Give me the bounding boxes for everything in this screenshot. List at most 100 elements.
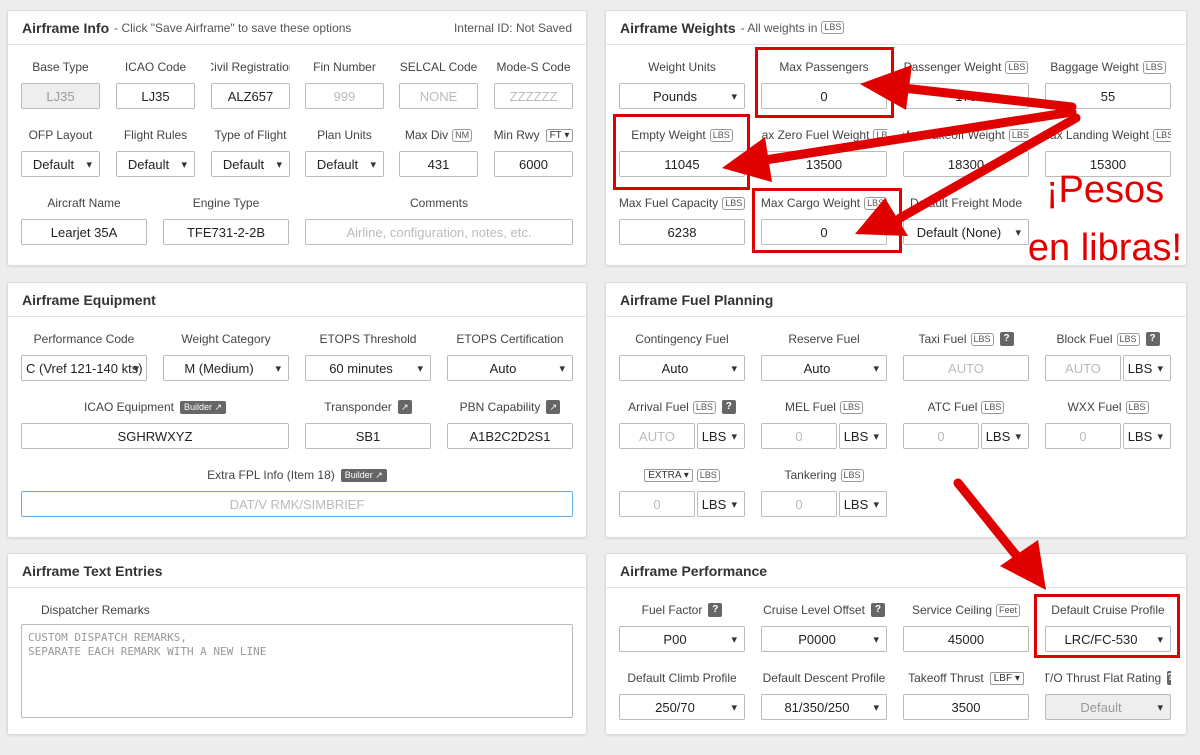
max-cargo-weight-input[interactable]: 0 [761, 219, 887, 245]
contingency-fuel-label: Contingency Fuel [635, 332, 729, 346]
transponder-input[interactable]: SB1 [305, 423, 431, 449]
block-fuel-unit-select[interactable]: LBS [1123, 355, 1171, 381]
max-cargo-weight-unit: LBS [864, 196, 887, 210]
external-link-icon[interactable]: ↗ [397, 400, 412, 414]
min-rwy-label: Min Rwy [494, 128, 540, 142]
takeoff-thrust-unit-select[interactable]: LBF ▾ [989, 671, 1024, 685]
fuel-factor-select[interactable]: P00 [619, 626, 745, 652]
etops-certification-select[interactable]: Auto [447, 355, 573, 381]
block-fuel-unit: LBS [1116, 332, 1140, 346]
aircraft-name-input[interactable]: Learjet 35A [21, 219, 147, 245]
selcal-input[interactable]: NONE [399, 83, 478, 109]
mzfw-unit: LBS [873, 128, 887, 142]
engine-type-input[interactable]: TFE731-2-2B [163, 219, 289, 245]
arrival-fuel-input[interactable]: AUTO [619, 423, 695, 449]
default-descent-profile-label: Default Descent Profile [762, 671, 886, 685]
max-cargo-weight-label: Max Cargo Weight [761, 196, 861, 210]
passenger-weight-input[interactable]: 175 [903, 83, 1029, 109]
help-icon[interactable]: ? [721, 400, 736, 414]
weight-units-select[interactable]: Pounds [619, 83, 745, 109]
block-fuel-field: Block Fuel LBS? AUTO LBS [1045, 331, 1171, 391]
max-fuel-capacity-input[interactable]: 6238 [619, 219, 745, 245]
min-rwy-input[interactable]: 6000 [494, 151, 573, 177]
help-icon[interactable]: ? [999, 332, 1014, 346]
max-passengers-field: Max Passengers 0 [761, 59, 887, 119]
help-icon[interactable]: ? [708, 603, 723, 617]
type-of-flight-label: Type of Flight [214, 128, 287, 142]
fin-number-input[interactable]: 999 [305, 83, 384, 109]
type-of-flight-select[interactable]: Default [211, 151, 290, 177]
empty-weight-input[interactable]: 11045 [619, 151, 745, 177]
extra-fuel-input[interactable]: 0 [619, 491, 695, 517]
etops-threshold-select[interactable]: 60 minutes [305, 355, 431, 381]
baggage-weight-input[interactable]: 55 [1045, 83, 1171, 109]
extra-fuel-type-select[interactable]: EXTRA ▾ [644, 468, 693, 482]
ofp-layout-select[interactable]: Default [21, 151, 100, 177]
airframe-info-title: Airframe Info [22, 19, 110, 36]
selcal-label: SELCAL Code [399, 60, 478, 74]
mode-s-input[interactable]: ZZZZZZ [494, 83, 573, 109]
help-icon[interactable]: ? [870, 603, 885, 617]
icao-equipment-input[interactable]: SGHRWXYZ [21, 423, 289, 449]
pbn-capability-input[interactable]: A1B2C2D2S1 [447, 423, 573, 449]
max-passengers-input[interactable]: 0 [761, 83, 887, 109]
tankering-input[interactable]: 0 [761, 491, 837, 517]
performance-code-select[interactable]: C (Vref 121-140 kts) [21, 355, 147, 381]
icao-equipment-builder-button[interactable]: Builder ↗ [179, 400, 227, 414]
default-cruise-profile-select[interactable]: LRC/FC-530 [1045, 626, 1171, 652]
base-type-input[interactable]: LJ35 [21, 83, 100, 109]
mlw-label: Max Landing Weight [1045, 128, 1150, 142]
cruise-level-offset-select[interactable]: P0000 [761, 626, 887, 652]
default-climb-profile-select[interactable]: 250/70 [619, 694, 745, 720]
max-fuel-capacity-label: Max Fuel Capacity [619, 196, 719, 210]
mzfw-input[interactable]: 13500 [761, 151, 887, 177]
icao-code-input[interactable]: LJ35 [116, 83, 195, 109]
arrival-fuel-label: Arrival Fuel [628, 400, 689, 414]
external-link-icon[interactable]: ↗ [546, 400, 561, 414]
block-fuel-input[interactable]: AUTO [1045, 355, 1121, 381]
takeoff-thrust-input[interactable]: 3500 [903, 694, 1029, 720]
default-climb-profile-field: Default Climb Profile 250/70 [619, 670, 745, 730]
etops-certification-label: ETOPS Certification [456, 332, 564, 346]
default-descent-profile-select[interactable]: 81/350/250 [761, 694, 887, 720]
mel-fuel-unit-select[interactable]: LBS [839, 423, 887, 449]
comments-field: Comments Airline, configuration, notes, … [305, 195, 573, 255]
empty-weight-field: Empty Weight LBS 11045 [619, 127, 745, 187]
arrival-fuel-unit-select[interactable]: LBS [697, 423, 745, 449]
comments-input[interactable]: Airline, configuration, notes, etc. [305, 219, 573, 245]
extra-fpl-info-field: Extra FPL Info (Item 18) Builder ↗ DAT/V … [21, 467, 573, 527]
icao-code-label: ICAO Code [124, 60, 187, 74]
help-icon[interactable]: ? [1167, 671, 1171, 685]
min-rwy-unit-select[interactable]: FT ▾ [545, 128, 573, 142]
civil-registration-input[interactable]: ALZ657 [211, 83, 290, 109]
contingency-fuel-select[interactable]: Auto [619, 355, 745, 381]
extra-fpl-info-input[interactable]: DAT/V RMK/SIMBRIEF [21, 491, 573, 517]
mel-fuel-input[interactable]: 0 [761, 423, 837, 449]
type-of-flight-field: Type of Flight Default [211, 127, 290, 187]
reserve-fuel-field: Reserve Fuel Auto [761, 331, 887, 391]
plan-units-select[interactable]: Default [305, 151, 384, 177]
atc-fuel-field: ATC Fuel LBS 0 LBS [903, 399, 1029, 459]
atc-fuel-input[interactable]: 0 [903, 423, 979, 449]
wxx-fuel-unit-select[interactable]: LBS [1123, 423, 1171, 449]
max-div-input[interactable]: 431 [399, 151, 478, 177]
taxi-fuel-input[interactable]: AUTO [903, 355, 1029, 381]
cruise-level-offset-field: Cruise Level Offset? P0000 [761, 602, 887, 662]
weight-category-select[interactable]: M (Medium) [163, 355, 289, 381]
help-icon[interactable]: ? [1145, 332, 1160, 346]
extra-fuel-unit-select[interactable]: LBS [697, 491, 745, 517]
dispatcher-remarks-textarea[interactable]: CUSTOM DISPATCH REMARKS, SEPARATE EACH R… [21, 624, 573, 718]
extra-fpl-builder-button[interactable]: Builder ↗ [340, 468, 387, 482]
flight-rules-select[interactable]: Default [116, 151, 195, 177]
reserve-fuel-select[interactable]: Auto [761, 355, 887, 381]
icao-equipment-label: ICAO Equipment [83, 400, 174, 414]
pbn-capability-field: PBN Capability ↗ A1B2C2D2S1 [447, 399, 573, 459]
tankering-unit-select[interactable]: LBS [839, 491, 887, 517]
mzfw-label: Max Zero Fuel Weight [761, 128, 870, 142]
selcal-field: SELCAL Code NONE [399, 59, 478, 119]
thrust-flat-rating-select[interactable]: Default [1045, 694, 1171, 720]
wxx-fuel-input[interactable]: 0 [1045, 423, 1121, 449]
atc-fuel-unit-select[interactable]: LBS [981, 423, 1029, 449]
service-ceiling-input[interactable]: 45000 [903, 626, 1029, 652]
aircraft-name-label: Aircraft Name [47, 196, 121, 210]
